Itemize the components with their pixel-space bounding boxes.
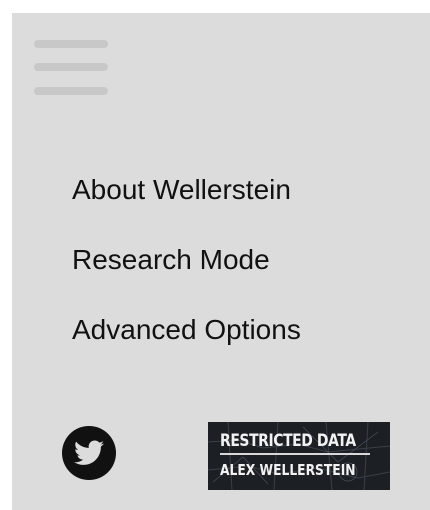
menu-panel: About Wellerstein Research Mode Advanced…	[12, 13, 430, 510]
hamburger-bar	[34, 40, 108, 48]
restricted-data-logo[interactable]: RESTRICTED DATA ALEX WELLERSTEIN	[208, 422, 390, 490]
twitter-bird-glyph	[74, 440, 104, 465]
main-menu: About Wellerstein Research Mode Advanced…	[72, 173, 301, 383]
menu-item-advanced-options: Advanced Options	[72, 313, 301, 383]
menu-link-research-mode[interactable]: Research Mode	[72, 243, 270, 277]
menu-item-about: About Wellerstein	[72, 173, 301, 243]
twitter-bird-icon[interactable]	[62, 426, 116, 480]
hamburger-menu-icon[interactable]	[34, 40, 108, 96]
logo-author: ALEX WELLERSTEIN	[220, 461, 356, 479]
logo-divider	[220, 453, 370, 455]
hamburger-bar	[34, 87, 108, 95]
logo-title: RESTRICTED DATA	[220, 431, 356, 451]
hamburger-bar	[34, 63, 108, 71]
menu-link-advanced-options[interactable]: Advanced Options	[72, 313, 301, 347]
menu-item-research-mode: Research Mode	[72, 243, 301, 313]
menu-link-about[interactable]: About Wellerstein	[72, 173, 291, 207]
